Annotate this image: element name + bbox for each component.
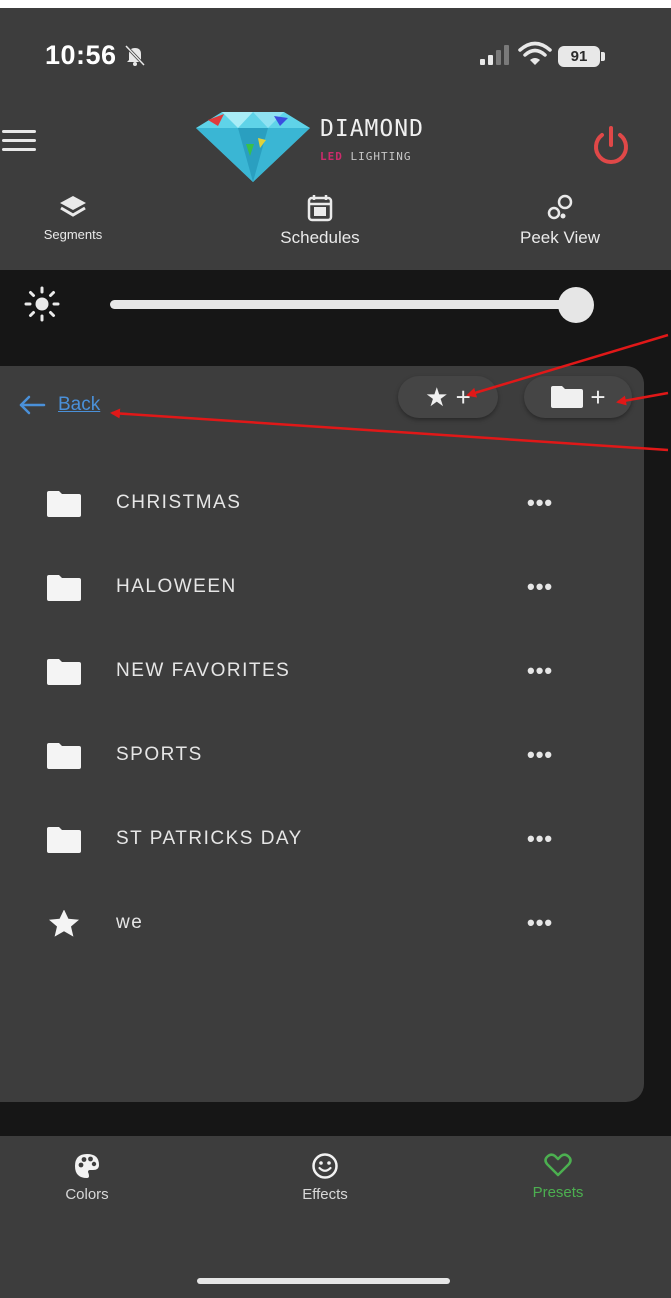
tab-presets[interactable]: Presets	[510, 1152, 606, 1201]
folder-row[interactable]: NEW FAVORITES •••	[0, 642, 644, 702]
row-name: HALOWEEN	[116, 576, 237, 597]
brand-sub-led: LED	[320, 150, 343, 163]
battery-indicator: 91	[558, 46, 600, 67]
folder-icon	[46, 742, 82, 770]
more-options-button[interactable]: •••	[527, 490, 553, 516]
add-folder-plus: +	[590, 381, 606, 412]
row-name: NEW FAVORITES	[116, 660, 291, 681]
folder-icon	[46, 490, 82, 518]
brightness-row	[0, 270, 671, 340]
folder-icon	[46, 826, 82, 854]
brand-sub-lighting: LIGHTING	[342, 150, 412, 163]
app-screen: 10:56 91 DIAMOND LED LIGHTING Segments S…	[0, 8, 671, 1298]
tab-effects[interactable]: Effects	[280, 1152, 370, 1203]
wifi-icon	[518, 41, 552, 65]
back-link[interactable]: Back	[18, 394, 100, 416]
power-icon[interactable]	[588, 123, 634, 169]
bubbles-icon	[547, 194, 573, 220]
tab-colors[interactable]: Colors	[50, 1152, 124, 1203]
tab-colors-label: Colors	[65, 1186, 109, 1203]
preset-row[interactable]: we •••	[0, 894, 644, 954]
brand-subtitle: LED LIGHTING	[320, 150, 411, 163]
signal-icon	[480, 45, 509, 65]
brightness-icon	[24, 286, 60, 322]
add-folder-button[interactable]: +	[524, 376, 632, 418]
more-options-button[interactable]: •••	[527, 910, 553, 936]
smiley-icon	[312, 1153, 338, 1179]
diamond-logo	[196, 112, 310, 182]
more-options-button[interactable]: •••	[527, 574, 553, 600]
presets-panel: Back ★ + + CHRISTMAS ••• HALOWEEN ••• NEW FA…	[0, 366, 644, 1102]
tab-presets-label: Presets	[532, 1184, 584, 1201]
more-options-button[interactable]: •••	[527, 742, 553, 768]
status-time: 10:56	[45, 40, 117, 70]
more-options-button[interactable]: •••	[527, 658, 553, 684]
brightness-slider-track[interactable]	[110, 300, 578, 309]
row-name: ST PATRICKS DAY	[116, 828, 303, 849]
top-bar: 10:56 91 DIAMOND LED LIGHTING Segments S…	[0, 8, 671, 270]
battery-tip	[601, 52, 605, 61]
row-name: we	[116, 912, 144, 933]
folder-row[interactable]: ST PATRICKS DAY •••	[0, 810, 644, 870]
folder-row[interactable]: SPORTS •••	[0, 726, 644, 786]
bottom-nav: Colors Effects Presets	[0, 1136, 671, 1298]
layers-icon	[60, 196, 86, 217]
folder-row[interactable]: HALOWEEN •••	[0, 558, 644, 618]
nav-segments-label: Segments	[43, 227, 103, 242]
add-preset-label: ★ +	[425, 381, 471, 412]
nav-peek-view[interactable]: Peek View	[490, 194, 630, 248]
star-icon	[46, 909, 82, 938]
brand-title: DIAMOND	[320, 116, 424, 142]
menu-icon[interactable]	[2, 130, 36, 152]
calendar-icon	[307, 195, 333, 222]
home-indicator[interactable]	[197, 1278, 450, 1284]
tab-effects-label: Effects	[302, 1186, 348, 1203]
add-preset-button[interactable]: ★ +	[398, 376, 498, 418]
arrow-left-icon	[19, 395, 46, 415]
folder-icon	[46, 658, 82, 686]
nav-schedules[interactable]: Schedules	[260, 194, 380, 248]
silent-bell-icon	[124, 44, 146, 67]
heart-icon	[544, 1153, 572, 1177]
row-name: SPORTS	[116, 744, 203, 765]
nav-schedules-label: Schedules	[280, 228, 360, 247]
back-label: Back	[58, 394, 101, 415]
nav-segments[interactable]: Segments	[30, 194, 116, 244]
more-options-button[interactable]: •••	[527, 826, 553, 852]
folder-icon	[46, 574, 82, 602]
brightness-slider-thumb[interactable]	[558, 287, 594, 323]
row-name: CHRISTMAS	[116, 492, 242, 513]
folder-icon	[551, 386, 584, 408]
nav-peek-view-label: Peek View	[519, 228, 600, 247]
folder-row[interactable]: CHRISTMAS •••	[0, 474, 644, 534]
palette-icon	[75, 1154, 99, 1178]
